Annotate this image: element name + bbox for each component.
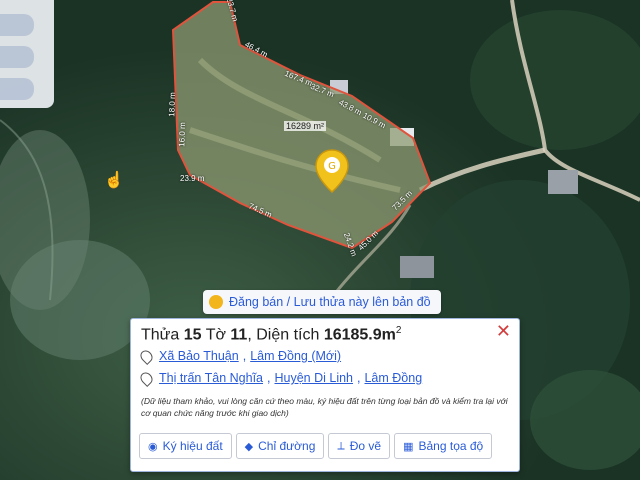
area-unit: 2: [395, 325, 402, 336]
area-value: 16185.9m: [323, 326, 396, 344]
old-address: Thị trấn Tân Nghĩa, Huyện Di Linh, Lâm Đ…: [138, 369, 422, 387]
pin-icon: [209, 295, 223, 309]
land-symbol-button[interactable]: ◉ Ký hiệu đất: [139, 433, 232, 459]
disclaimer-note: (Dữ liệu tham khảo, vui lòng căn cứ theo…: [141, 396, 508, 418]
measure-icon: ⟂: [337, 439, 345, 452]
palette-icon: ◉: [148, 440, 158, 453]
province-link[interactable]: Lâm Đồng (Mới): [250, 349, 341, 363]
edge-length-label: 23.9 m: [180, 174, 205, 183]
button-label: Chỉ đường: [258, 439, 316, 453]
button-label: Đo vẽ: [349, 439, 382, 453]
parcel-area-label: 16289 m²: [284, 121, 327, 131]
coordinate-table-button[interactable]: ▦ Bảng tọa độ: [394, 433, 493, 459]
old-province-link[interactable]: Lâm Đồng: [364, 371, 422, 385]
sheet-number: 11: [230, 326, 248, 344]
map-pin-icon: [138, 347, 155, 365]
town-link[interactable]: Thị trấn Tân Nghĩa: [159, 371, 263, 385]
directions-button[interactable]: ◆ Chỉ đường: [235, 433, 325, 459]
new-address: Xã Bảo Thuận, Lâm Đồng (Mới): [138, 347, 341, 365]
commune-link[interactable]: Xã Bảo Thuận: [159, 349, 239, 363]
edge-length-label: 18.0 m: [167, 92, 178, 117]
separator: ,: [357, 371, 361, 385]
parcel-number: 15: [183, 326, 202, 344]
directions-icon: ◆: [244, 440, 254, 453]
location-pin-icon[interactable]: G: [314, 148, 350, 194]
panel-tab[interactable]: [0, 46, 34, 68]
map-pin-icon: [138, 369, 155, 387]
building: [548, 170, 578, 194]
button-label: Ký hiệu đất: [162, 439, 223, 453]
separator: ,: [267, 371, 271, 385]
panel-tab[interactable]: [0, 14, 34, 36]
measure-button[interactable]: ⟂ Đo vẽ: [328, 433, 391, 459]
close-icon[interactable]: ✕: [496, 321, 511, 342]
panel-tab[interactable]: [0, 78, 34, 100]
edge-length-label: 16.0 m: [177, 122, 188, 147]
parcel-title: Thửa 15 Tờ 11, Diện tích 16185.9m2: [141, 325, 401, 344]
table-icon: ▦: [403, 440, 414, 453]
button-label: Bảng tọa độ: [418, 439, 484, 453]
action-buttons: ◉ Ký hiệu đất ◆ Chỉ đường ⟂ Đo vẽ ▦ Bảng tọa…: [139, 433, 493, 459]
title-prefix: Thửa: [141, 326, 184, 344]
parcel-info-card: ✕ Thửa 15 Tờ 11, Diện tích 16185.9m2 Xã …: [130, 318, 520, 472]
building: [400, 256, 434, 278]
district-link[interactable]: Huyện Di Linh: [274, 371, 353, 385]
post-parcel-button[interactable]: Đăng bán / Lưu thửa này lên bản đồ: [203, 290, 441, 314]
sheet-prefix: Tờ: [201, 326, 231, 344]
area-prefix: , Diện tích: [247, 326, 324, 344]
mouse-cursor-icon: ☝: [104, 172, 124, 189]
post-parcel-label: Đăng bán / Lưu thửa này lên bản đồ: [229, 295, 431, 309]
separator: ,: [242, 349, 247, 363]
svg-text:G: G: [328, 161, 336, 172]
left-panel-stub[interactable]: [0, 0, 54, 108]
